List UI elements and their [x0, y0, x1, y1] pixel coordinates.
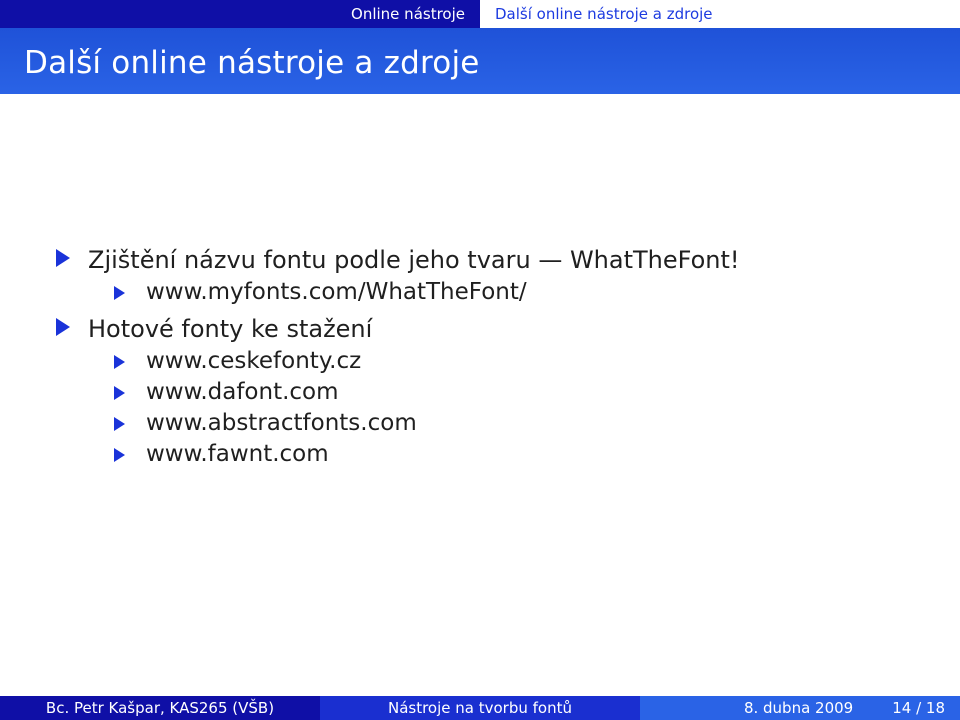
- url-fawnt: www.fawnt.com: [146, 441, 329, 467]
- slide-content: Zjištění názvu fontu podle jeho tvaru — …: [0, 240, 960, 471]
- footer-date: 8. dubna 2009: [743, 699, 854, 717]
- footer-date-page-box: 8. dubna 2009 14 / 18: [640, 696, 960, 720]
- footer-talk-title: Nástroje na tvorbu fontů: [387, 699, 572, 717]
- frame-title: Další online nástroje a zdroje: [24, 45, 480, 81]
- nav-subsection-link[interactable]: Další online nástroje a zdroje: [495, 5, 713, 23]
- triangle-bullet-icon: [56, 249, 70, 267]
- triangle-bullet-icon: [114, 355, 125, 369]
- nav-section-link[interactable]: Online nástroje: [351, 5, 465, 23]
- sub-list-item: www.dafont.com: [0, 378, 960, 409]
- sub-list-item: www.ceskefonty.cz: [0, 347, 960, 378]
- triangle-bullet-icon: [114, 417, 125, 431]
- triangle-bullet-icon: [114, 286, 125, 300]
- list-item-text: Hotové fonty ke stažení: [88, 315, 373, 343]
- list-item: Zjištění názvu fontu podle jeho tvaru — …: [0, 240, 960, 278]
- triangle-bullet-icon: [114, 386, 125, 400]
- beamer-navigation-bar: Online nástroje Další online nástroje a …: [0, 0, 960, 28]
- triangle-bullet-icon: [56, 318, 70, 336]
- list-item-text: Zjištění názvu fontu podle jeho tvaru — …: [88, 246, 740, 274]
- url-ceskefonty: www.ceskefonty.cz: [146, 348, 362, 374]
- slide-footer: Bc. Petr Kašpar, KAS265 (VŠB) Nástroje n…: [0, 696, 960, 720]
- sub-list-item: www.fawnt.com: [0, 440, 960, 471]
- sub-list-item: www.myfonts.com/WhatTheFont/: [0, 278, 960, 309]
- nav-section-box: Online nástroje: [0, 0, 480, 28]
- url-myfonts: www.myfonts.com/WhatTheFont/: [146, 279, 527, 305]
- footer-title-box: Nástroje na tvorbu fontů: [320, 696, 640, 720]
- url-dafont: www.dafont.com: [146, 379, 339, 405]
- footer-author-box: Bc. Petr Kašpar, KAS265 (VŠB): [0, 696, 320, 720]
- footer-author: Bc. Petr Kašpar, KAS265 (VŠB): [45, 699, 275, 717]
- sub-list-item: www.abstractfonts.com: [0, 409, 960, 440]
- footer-page-number: 14 / 18: [892, 699, 945, 717]
- triangle-bullet-icon: [114, 448, 125, 462]
- nav-subsection-box: Další online nástroje a zdroje: [480, 0, 960, 28]
- url-abstractfonts: www.abstractfonts.com: [146, 410, 417, 436]
- list-item: Hotové fonty ke stažení: [0, 309, 960, 347]
- frame-title-bar: Další online nástroje a zdroje: [0, 28, 960, 94]
